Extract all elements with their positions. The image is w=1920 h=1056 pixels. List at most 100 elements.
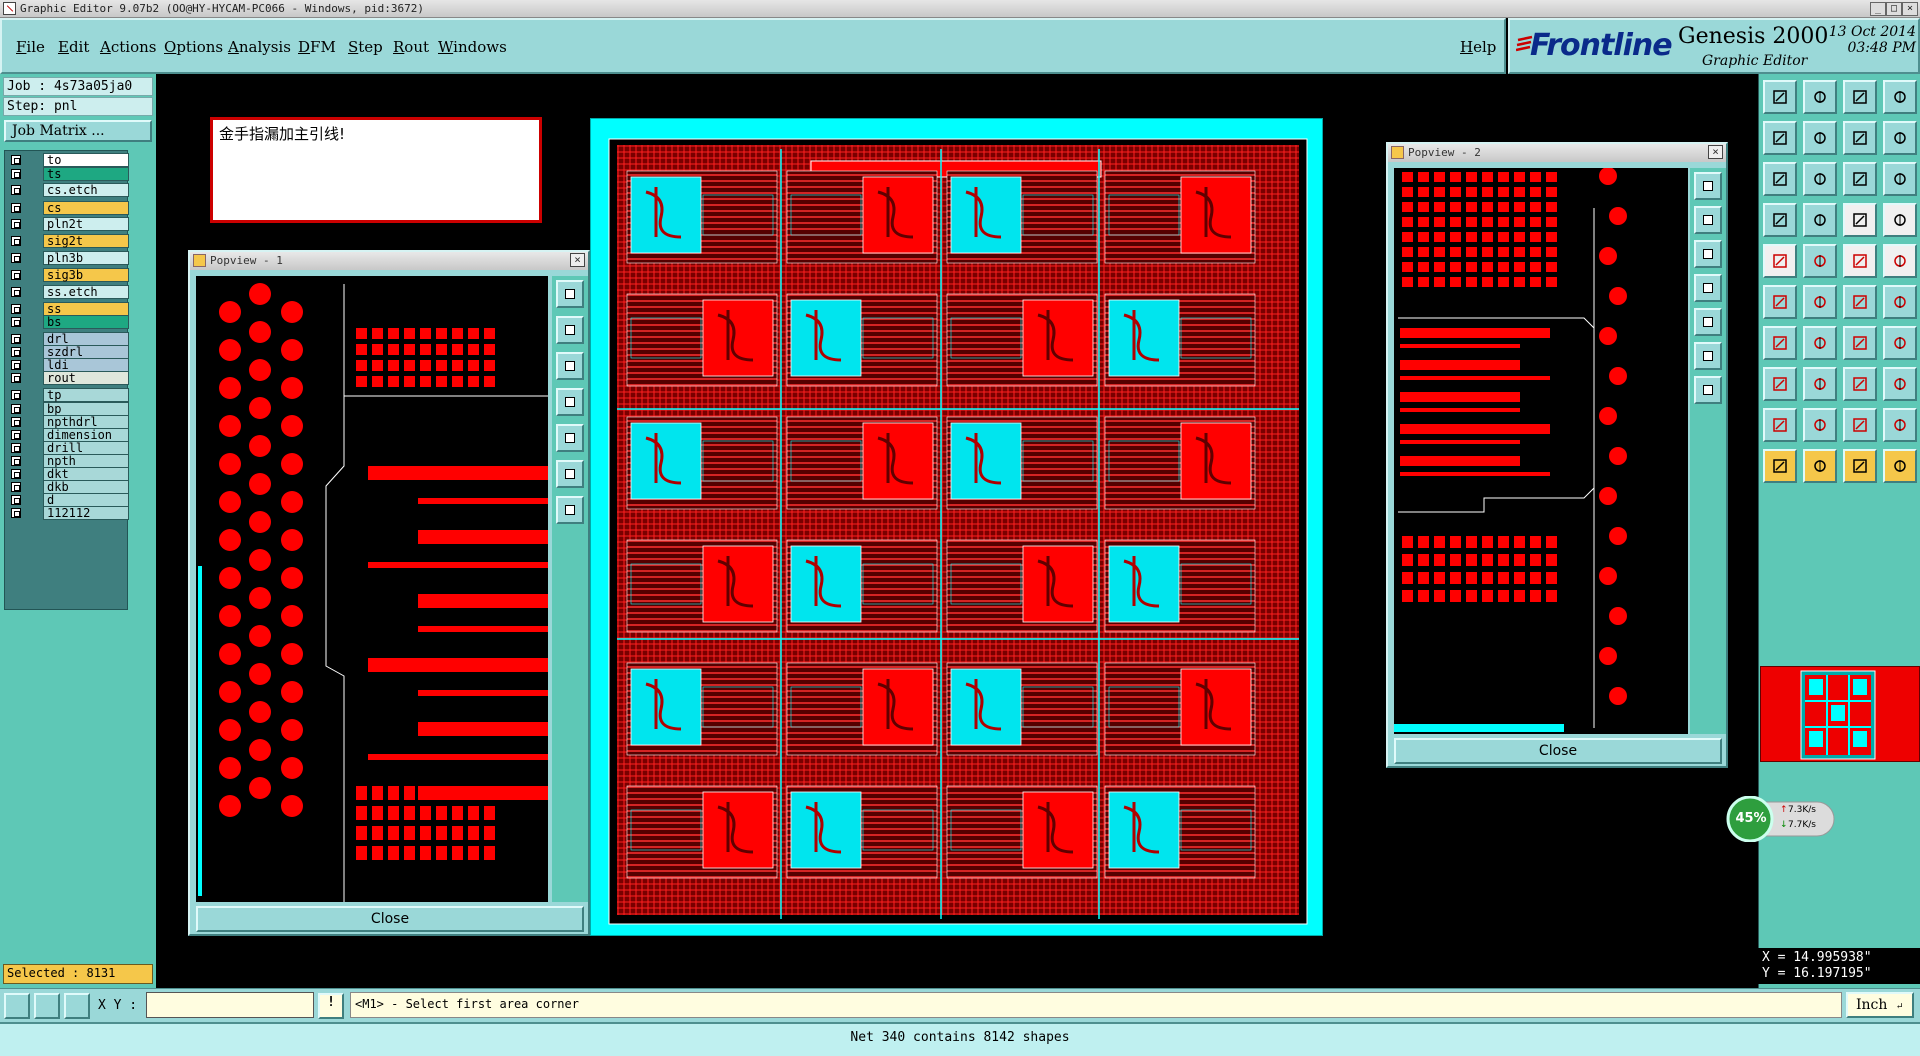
popview-2-titlebar[interactable]: Popview - 2 ×	[1388, 144, 1726, 162]
layer-name[interactable]: ldi	[43, 358, 129, 372]
layer-row-rout[interactable]: rout	[7, 371, 129, 385]
menu-windows[interactable]: Windows	[438, 38, 507, 56]
layer-checkbox[interactable]	[11, 469, 21, 479]
layer-checkbox[interactable]	[11, 287, 21, 297]
connect-tool-1-button[interactable]	[1763, 326, 1797, 360]
resize-tool-3-button[interactable]	[1843, 203, 1877, 237]
layer-row-ss[interactable]: ss	[7, 302, 129, 316]
resize-tool-1-button[interactable]	[1763, 203, 1797, 237]
layer-name[interactable]: pln3b	[43, 251, 129, 265]
copy-tool-4-button[interactable]	[1883, 162, 1917, 196]
measure-tool-2-button[interactable]	[1803, 285, 1837, 319]
layer-checkbox[interactable]	[11, 304, 21, 314]
layer-row-112112[interactable]: 112112	[7, 506, 129, 520]
popview-zoom-out-button[interactable]	[1694, 376, 1722, 404]
units-toggle[interactable]: Inch ↵	[1846, 992, 1914, 1018]
popview-2-close-icon[interactable]: ×	[1708, 145, 1723, 159]
layer-row-bp[interactable]: bp	[7, 402, 129, 416]
menu-analysis[interactable]: Analysis	[228, 38, 291, 56]
connect-tool-3-button[interactable]	[1843, 326, 1877, 360]
popview-pan-down-button[interactable]	[1694, 240, 1722, 268]
layer-row-npth[interactable]: npth	[7, 454, 129, 468]
transform-tool-3-button[interactable]	[1843, 244, 1877, 278]
copy-tool-3-button[interactable]	[1843, 162, 1877, 196]
move-tool-2-button[interactable]	[1803, 121, 1837, 155]
layer-checkbox[interactable]	[11, 203, 21, 213]
layer-row-ts[interactable]: ts	[7, 167, 129, 181]
layer-checkbox[interactable]	[11, 317, 21, 327]
xy-input[interactable]	[146, 992, 314, 1018]
resize-tool-2-button[interactable]	[1803, 203, 1837, 237]
layer-name[interactable]: szdrl	[43, 345, 129, 359]
grid-mode-button[interactable]	[64, 993, 90, 1019]
layer-name[interactable]: cs	[43, 201, 129, 215]
layer-row-ss-etch[interactable]: ss.etch	[7, 285, 129, 299]
layer-checkbox[interactable]	[11, 417, 21, 427]
layer-checkbox[interactable]	[11, 508, 21, 518]
popview-2-window[interactable]: Popview - 2 × Close	[1386, 142, 1728, 768]
layer-name[interactable]: d	[43, 493, 129, 507]
select-mode-button[interactable]	[4, 993, 30, 1019]
popview-pan-up-button[interactable]	[556, 316, 584, 344]
layer-row-tp[interactable]: tp	[7, 388, 129, 402]
layer-name[interactable]: npthdrl	[43, 415, 129, 429]
layer-name[interactable]: dkt	[43, 467, 129, 481]
minimize-button[interactable]: _	[1870, 2, 1886, 16]
layer-name[interactable]: dimension	[43, 428, 129, 442]
copy-tool-1-button[interactable]	[1763, 162, 1797, 196]
popview-pan-right-button[interactable]	[556, 424, 584, 452]
measure-tool-4-button[interactable]	[1883, 285, 1917, 319]
layer-name[interactable]: drill	[43, 441, 129, 455]
layer-row-dimension[interactable]: dimension	[7, 428, 129, 442]
popview-1-window[interactable]: Popview - 1 × Close	[188, 250, 590, 936]
menu-help[interactable]: Help	[1460, 38, 1496, 56]
layer-name[interactable]: cs.etch	[43, 183, 129, 197]
layer-row-cs-etch[interactable]: cs.etch	[7, 183, 129, 197]
popview-pan-down-button[interactable]	[556, 352, 584, 380]
layer-checkbox[interactable]	[11, 443, 21, 453]
layer-name[interactable]: dkb	[43, 480, 129, 494]
layer-name[interactable]: bp	[43, 402, 129, 416]
layer-row-dkb[interactable]: dkb	[7, 480, 129, 494]
layer-row-sig3b[interactable]: sig3b	[7, 268, 129, 282]
layer-checkbox[interactable]	[11, 390, 21, 400]
close-window-button[interactable]: ×	[1902, 2, 1918, 16]
edit-tool-1-button[interactable]	[1763, 80, 1797, 114]
layer-row-drl[interactable]: drl	[7, 332, 129, 346]
layer-checkbox[interactable]	[11, 169, 21, 179]
layer-name[interactable]: ss.etch	[43, 285, 129, 299]
transform-tool-1-button[interactable]	[1763, 244, 1797, 278]
layer-checkbox[interactable]	[11, 404, 21, 414]
popview-pan-up-button[interactable]	[1694, 206, 1722, 234]
layer-checkbox[interactable]	[11, 270, 21, 280]
layer-row-szdrl[interactable]: szdrl	[7, 345, 129, 359]
layer-row-drill[interactable]: drill	[7, 441, 129, 455]
select-tool-4-button[interactable]	[1883, 449, 1917, 483]
rotate-tool-4-button[interactable]	[1883, 367, 1917, 401]
layer-row-sig2t[interactable]: sig2t	[7, 234, 129, 248]
layer-checkbox[interactable]	[11, 456, 21, 466]
layer-checkbox[interactable]	[11, 360, 21, 370]
pcb-panel-view[interactable]	[590, 118, 1323, 936]
resize-tool-4-button[interactable]	[1883, 203, 1917, 237]
popview-zoom-button[interactable]	[1694, 172, 1722, 200]
measure-tool-3-button[interactable]	[1843, 285, 1877, 319]
snap-mode-button[interactable]	[34, 993, 60, 1019]
edit-tool-2-button[interactable]	[1803, 80, 1837, 114]
layer-checkbox[interactable]	[11, 236, 21, 246]
popview-zoom-in-button[interactable]	[556, 460, 584, 488]
layer-checkbox[interactable]	[11, 430, 21, 440]
rotate-tool-2-button[interactable]	[1803, 367, 1837, 401]
layer-name[interactable]: to	[43, 153, 129, 167]
layer-name[interactable]: drl	[43, 332, 129, 346]
layer-name[interactable]: bs	[43, 315, 129, 329]
layer-name[interactable]: npth	[43, 454, 129, 468]
edit-tool-4-button[interactable]	[1883, 80, 1917, 114]
layer-row-to[interactable]: to	[7, 153, 129, 167]
mirror-tool-3-button[interactable]	[1843, 408, 1877, 442]
layer-row-bs[interactable]: bs	[7, 315, 129, 329]
layer-row-pln2t[interactable]: pln2t	[7, 217, 129, 231]
transform-tool-4-button[interactable]	[1883, 244, 1917, 278]
layer-name[interactable]: ts	[43, 167, 129, 181]
layer-name[interactable]: pln2t	[43, 217, 129, 231]
